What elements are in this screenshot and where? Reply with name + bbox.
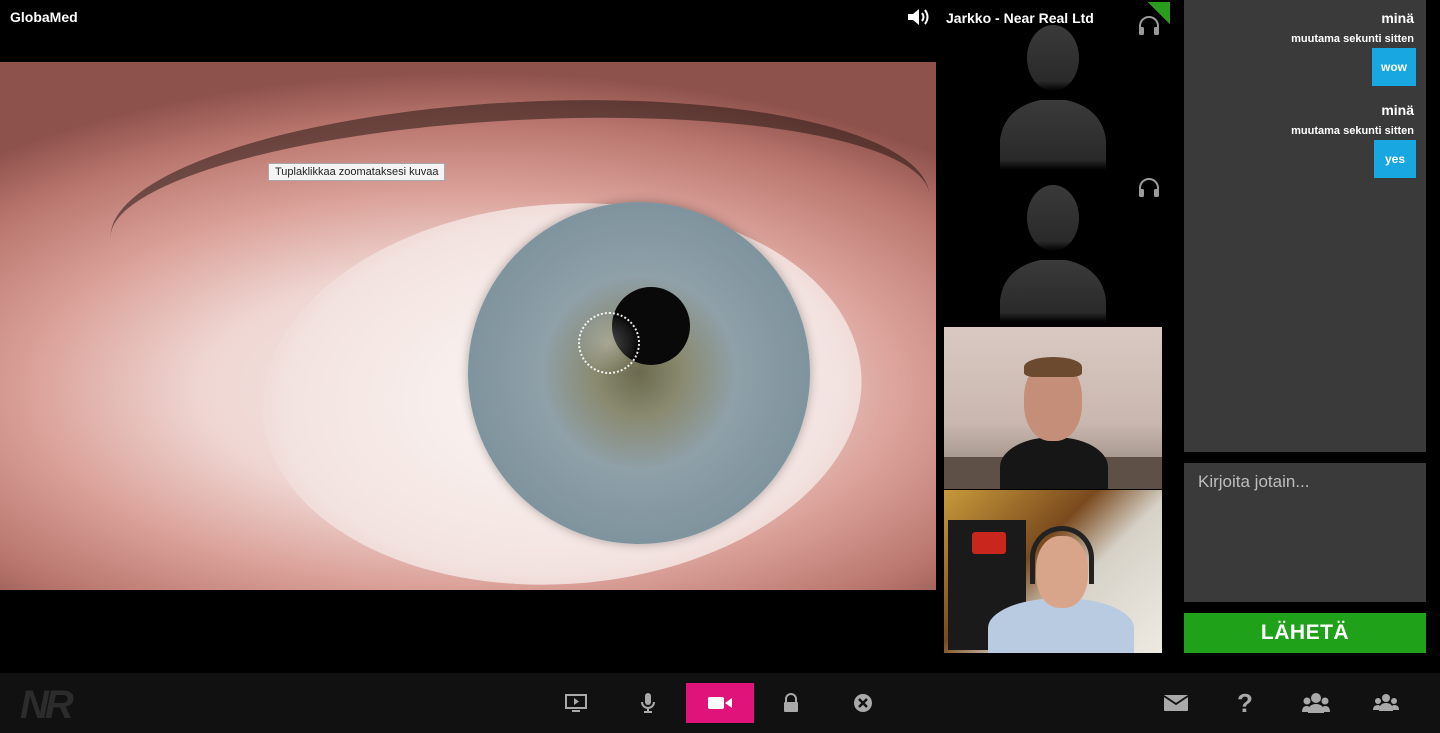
participant-slot-2[interactable] [944,172,1170,322]
lock-icon [784,693,798,712]
main-video[interactable] [0,62,936,590]
message-time: muutama sekunti sitten [1291,33,1414,45]
end-call-button[interactable] [843,683,883,723]
top-bar: GlobaMed [0,0,936,36]
person-body [1000,437,1108,489]
camera-icon [708,697,732,709]
headset-icon [1139,178,1159,197]
screen-share-icon [565,694,587,712]
screen-share-button[interactable] [556,683,596,723]
banner-logo [972,532,1006,554]
participants-button[interactable] [1296,683,1336,723]
chat-input[interactable] [1184,463,1426,602]
light-reflection [578,312,640,374]
lock-button[interactable] [771,683,811,723]
group-button[interactable] [1366,683,1406,723]
message-bubble: wow [1372,48,1416,86]
eye-iris [468,202,810,544]
avatar-silhouette-icon [1000,25,1106,170]
close-icon [854,694,872,712]
group-icon [1373,694,1399,711]
participant-camera-2[interactable] [944,490,1162,653]
mail-icon [1163,695,1189,711]
participants-icon [1302,693,1330,713]
help-icon: ? [1237,687,1253,718]
message-author: minä [1381,102,1414,118]
camera-button[interactable] [686,683,754,723]
help-button[interactable]: ? [1225,683,1265,723]
send-button[interactable]: LÄHETÄ [1184,613,1426,653]
brand-logo: NR [20,683,74,727]
headset-icon [1139,16,1159,35]
zoom-tooltip: Tuplaklikkaa zoomataksesi kuvaa [268,163,446,181]
message-time: muutama sekunti sitten [1291,125,1414,137]
microphone-button[interactable] [628,683,668,723]
message-bubble: yes [1374,140,1416,178]
participant-camera-1[interactable] [944,327,1162,489]
chat-panel: minä muutama sekunti sitten wow minä muu… [1184,0,1426,452]
messages-button[interactable] [1156,683,1196,723]
avatar-silhouette-icon [1000,185,1106,322]
message-author: minä [1381,10,1414,26]
headphones-icon [1030,526,1094,584]
speaker-icon[interactable] [906,7,934,27]
app-title: GlobaMed [10,9,78,25]
person-hair [1024,357,1082,377]
microphone-icon [641,693,655,713]
participant-slot-1[interactable] [944,16,1170,170]
